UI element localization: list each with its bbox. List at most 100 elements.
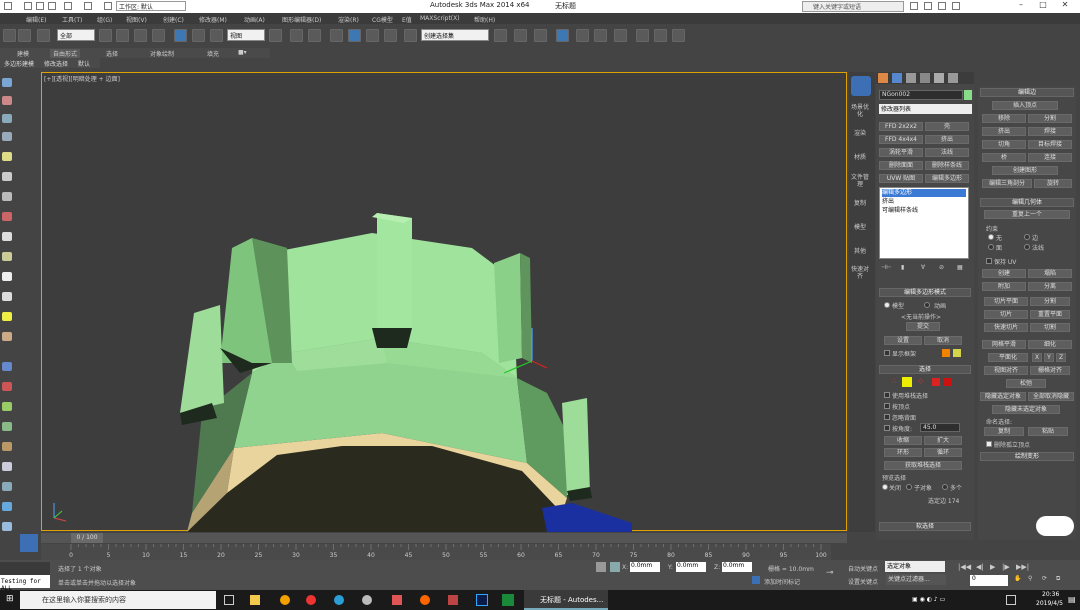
orbit-icon[interactable]: ⟳ bbox=[1042, 575, 1047, 582]
show-end-result-icon[interactable]: ▮ bbox=[901, 264, 904, 271]
add-time-tag[interactable]: 添加时间标记 bbox=[764, 577, 800, 586]
binoculars-icon[interactable] bbox=[910, 2, 918, 10]
plugin-logo-icon[interactable] bbox=[851, 76, 871, 96]
tool-14-icon[interactable] bbox=[2, 332, 12, 341]
time-slider-thumb[interactable]: 0 / 100 bbox=[71, 533, 103, 543]
menu-help[interactable]: 帮助(H) bbox=[474, 15, 495, 24]
menu-group[interactable]: 组(G) bbox=[97, 15, 112, 24]
app-icon-6[interactable] bbox=[448, 595, 458, 605]
soft-selection-rollout[interactable]: 软选择 bbox=[879, 522, 971, 531]
planarize-x-button[interactable]: X bbox=[1032, 353, 1042, 362]
edit-geometry-rollout[interactable]: 编辑几何体 bbox=[980, 198, 1074, 207]
tool-21-icon[interactable] bbox=[2, 482, 12, 491]
target-weld-button[interactable]: 目标焊接 bbox=[1028, 140, 1072, 149]
goto-start-icon[interactable]: |◀◀ bbox=[958, 563, 971, 571]
window-crossing-icon[interactable] bbox=[152, 29, 165, 42]
taskbar-3dsmax[interactable]: 无标题 - Autodes... bbox=[524, 590, 608, 610]
chat-icon[interactable] bbox=[362, 595, 372, 605]
cmdtab-quick-align[interactable]: 快速对齐 bbox=[851, 266, 869, 280]
undo-icon[interactable] bbox=[64, 2, 72, 10]
element-mode-icon[interactable] bbox=[944, 378, 952, 386]
show-cage-checkbox[interactable] bbox=[884, 350, 890, 356]
project-icon[interactable] bbox=[104, 2, 112, 10]
align-icon[interactable] bbox=[514, 29, 527, 42]
tool-23-icon[interactable] bbox=[2, 522, 12, 531]
loop-button[interactable]: 循环 bbox=[924, 448, 962, 457]
ffd444-button[interactable]: FFD 4x4x4 bbox=[879, 135, 923, 144]
explorer-icon[interactable] bbox=[250, 595, 260, 605]
y-coord-field[interactable]: 0.0mm bbox=[676, 562, 706, 572]
subtab-default[interactable]: 默认 bbox=[78, 59, 90, 68]
tool-9-icon[interactable] bbox=[2, 232, 12, 241]
constraint-face-radio[interactable] bbox=[988, 244, 994, 250]
border-mode-icon[interactable]: ◇ bbox=[918, 377, 923, 385]
chamfer-button[interactable]: 切角 bbox=[982, 140, 1026, 149]
extrude-mod-button[interactable]: 挤出 bbox=[925, 135, 969, 144]
bridge-button[interactable]: 桥 bbox=[982, 153, 1026, 162]
tray-icons[interactable]: ▣ ◉ ◐ ♪ ▭ bbox=[912, 596, 945, 603]
star-icon[interactable] bbox=[938, 2, 946, 10]
extrude-button[interactable]: 挤出 bbox=[982, 127, 1026, 136]
menu-views[interactable]: 视图(V) bbox=[126, 15, 147, 24]
subtab-modify-selection[interactable]: 修改选择 bbox=[44, 59, 68, 68]
preview-off-radio[interactable] bbox=[882, 484, 888, 490]
photoshop-icon[interactable] bbox=[476, 594, 488, 606]
constraint-normal-radio[interactable] bbox=[1024, 244, 1030, 250]
help-search-input[interactable]: 键入关键字或短语 bbox=[802, 1, 904, 12]
maxscript-listener[interactable]: Testing for ALL bbox=[0, 575, 50, 592]
modify-tab-icon[interactable] bbox=[892, 73, 902, 83]
split-toggle-button[interactable]: 分割 bbox=[1030, 297, 1070, 306]
uvw-map-button[interactable]: UVW 贴图 bbox=[879, 174, 923, 183]
planarize-y-button[interactable]: Y bbox=[1044, 353, 1054, 362]
reference-coord-dropdown[interactable]: 视图 bbox=[227, 29, 265, 41]
abs-mode-icon[interactable] bbox=[610, 562, 620, 572]
tool-18-icon[interactable] bbox=[2, 422, 12, 431]
tool-10-icon[interactable] bbox=[2, 252, 12, 261]
menu-edit[interactable]: 编辑(E) bbox=[26, 15, 46, 24]
collapse-button[interactable]: 塌陷 bbox=[1028, 269, 1072, 278]
slice-button[interactable]: 切片 bbox=[984, 310, 1028, 319]
tool-5-icon[interactable] bbox=[2, 152, 12, 161]
app-icon-4[interactable] bbox=[392, 595, 402, 605]
maximize-viewport-icon[interactable]: ⧉ bbox=[1056, 575, 1060, 583]
unhide-all-button[interactable]: 全部取消隐藏 bbox=[1028, 392, 1074, 401]
tool-4-icon[interactable] bbox=[2, 132, 12, 141]
tool-6-icon[interactable] bbox=[2, 172, 12, 181]
stack-item-edit-poly[interactable]: 编辑多边形 bbox=[882, 189, 966, 197]
copy-button[interactable]: 复制 bbox=[984, 427, 1024, 436]
edit-poly-mode-rollout[interactable]: 编辑多边形模式 bbox=[879, 288, 971, 297]
stack-item-extrude[interactable]: 挤出 bbox=[882, 198, 966, 206]
angle-field[interactable]: 45.0 bbox=[920, 423, 960, 432]
zoom-icon[interactable]: ⚲ bbox=[1028, 575, 1032, 582]
cut-button[interactable]: 切割 bbox=[1030, 323, 1070, 332]
notification-icon[interactable]: ▤ bbox=[1068, 595, 1076, 604]
reset-plane-button[interactable]: 重置平面 bbox=[1030, 310, 1070, 319]
manipulate-icon[interactable] bbox=[290, 29, 303, 42]
polygon-mode-icon[interactable] bbox=[932, 378, 940, 386]
make-unique-icon[interactable]: ∀ bbox=[921, 264, 925, 271]
create-button[interactable]: 创建 bbox=[982, 269, 1026, 278]
model-radio[interactable] bbox=[884, 302, 890, 308]
angle-snap-icon[interactable] bbox=[348, 29, 361, 42]
anim-radio[interactable] bbox=[924, 302, 930, 308]
shell-button[interactable]: 壳 bbox=[925, 122, 969, 131]
cmdtab-scene-optimize[interactable]: 场景优化 bbox=[851, 104, 869, 118]
close-button[interactable]: ✕ bbox=[1054, 0, 1076, 13]
key-set-dropdown[interactable]: 选定对象 bbox=[885, 561, 945, 572]
start-icon[interactable]: ⊞ bbox=[6, 594, 14, 604]
render-production-icon[interactable] bbox=[672, 29, 685, 42]
tool-22-icon[interactable] bbox=[2, 502, 12, 511]
rect-selection-icon[interactable] bbox=[134, 29, 147, 42]
hierarchy-tab-icon[interactable] bbox=[906, 73, 916, 83]
delete-isolated-checkbox[interactable] bbox=[986, 441, 992, 447]
pan-icon[interactable]: ✋ bbox=[1014, 575, 1021, 582]
ribbon-tab-modeling[interactable]: 建模 bbox=[17, 49, 29, 58]
ime-indicator-icon[interactable] bbox=[1006, 595, 1016, 605]
attach-button[interactable]: 附加 bbox=[982, 282, 1026, 291]
weld-button[interactable]: 焊接 bbox=[1028, 127, 1072, 136]
tool-15-icon[interactable] bbox=[2, 362, 12, 371]
spinner-snap-icon[interactable] bbox=[384, 29, 397, 42]
split-button[interactable]: 分割 bbox=[1028, 114, 1072, 123]
cmdtab-model[interactable]: 模型 bbox=[851, 224, 869, 231]
tool-17-icon[interactable] bbox=[2, 402, 12, 411]
